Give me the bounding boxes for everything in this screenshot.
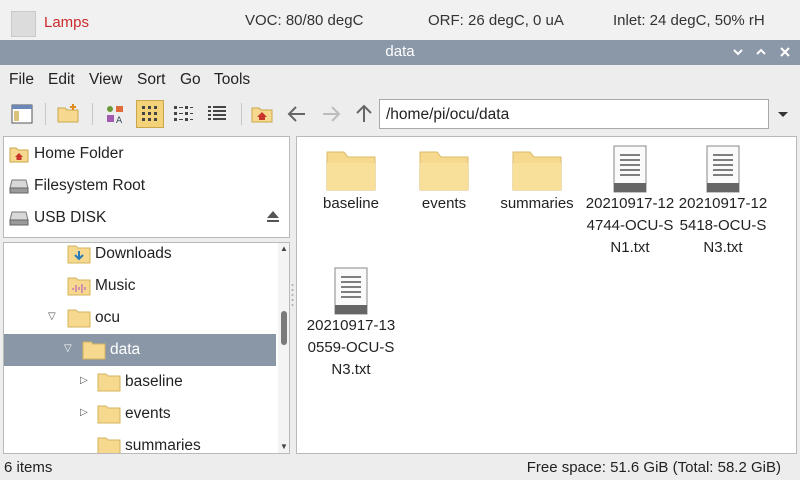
folder-icon xyxy=(82,340,106,364)
folder-icon xyxy=(97,436,121,453)
file-name: events xyxy=(421,195,467,212)
svg-text:A: A xyxy=(116,116,123,126)
file-name: summaries xyxy=(500,195,574,212)
folder-icon xyxy=(398,149,490,193)
window-title: data xyxy=(385,43,415,60)
status-bar: 6 items Free space: 51.6 GiB (Total: 58.… xyxy=(0,456,800,480)
compact-view-icon[interactable] xyxy=(171,102,195,126)
menu-view[interactable]: View xyxy=(89,71,122,89)
tree-label: ocu xyxy=(95,309,120,326)
file-item-txt[interactable]: 20210917-130559-OCU-SN3.txt xyxy=(305,267,397,381)
thumbnail-view-icon[interactable] xyxy=(136,100,164,128)
folder-icon xyxy=(97,372,121,396)
scrollbar-thumb[interactable] xyxy=(281,311,287,345)
text-file-icon xyxy=(305,267,397,315)
free-space: Free space: 51.6 GiB (Total: 58.2 GiB) xyxy=(526,459,781,476)
tree-scrollbar[interactable]: ▲ ▼ xyxy=(278,243,289,453)
home-folder-icon xyxy=(9,145,29,167)
toolbar-separator xyxy=(241,103,242,125)
menu-bar: File Edit View Sort Go Tools xyxy=(0,65,800,95)
item-count: 6 items xyxy=(4,459,53,476)
forward-arrow-icon[interactable] xyxy=(319,102,343,126)
directory-tree: Downloads Music ▽ ocu ▽ data ▷ baseline … xyxy=(3,242,290,454)
place-home-folder[interactable]: Home Folder xyxy=(4,137,289,169)
drive-icon xyxy=(9,178,29,198)
file-item-summaries[interactable]: summaries xyxy=(491,149,583,215)
close-icon[interactable] xyxy=(774,41,796,63)
tree-item-downloads[interactable]: Downloads xyxy=(4,243,276,270)
menu-file[interactable]: File xyxy=(9,71,34,89)
file-view: baseline events summaries 20210917-12474… xyxy=(296,136,797,454)
pane-splitter[interactable] xyxy=(291,282,294,312)
file-name: 20210917-130559-OCU-SN3.txt xyxy=(306,317,396,378)
toolbar-separator xyxy=(92,103,93,125)
toolbar-separator xyxy=(45,103,46,125)
maximize-icon[interactable] xyxy=(750,41,772,63)
place-label: Home Folder xyxy=(34,145,124,162)
up-arrow-icon[interactable] xyxy=(352,102,376,126)
tree-item-music[interactable]: Music xyxy=(4,270,276,302)
folder-icon xyxy=(67,308,91,332)
path-input[interactable]: /home/pi/ocu/data xyxy=(379,99,769,129)
file-item-events[interactable]: events xyxy=(398,149,490,215)
downloads-folder-icon xyxy=(67,244,91,268)
lamps-label: Lamps xyxy=(44,14,90,31)
voc-reading: VOC: 80/80 degC xyxy=(245,12,364,29)
place-label: Filesystem Root xyxy=(34,177,146,194)
tree-item-summaries[interactable]: summaries xyxy=(4,430,276,454)
folder-icon xyxy=(491,149,583,193)
minimize-icon[interactable] xyxy=(727,41,749,63)
tree-label: Music xyxy=(95,277,136,294)
menu-sort[interactable]: Sort xyxy=(137,71,165,89)
text-file-icon xyxy=(584,145,676,193)
sensor-status-bar: Lamps VOC: 80/80 degC ORF: 26 degC, 0 uA… xyxy=(0,0,800,40)
new-window-icon[interactable] xyxy=(10,102,34,126)
home-icon[interactable] xyxy=(250,102,274,126)
text-file-icon xyxy=(677,145,769,193)
orf-reading: ORF: 26 degC, 0 uA xyxy=(428,12,564,29)
expander-collapsed-icon[interactable]: ▷ xyxy=(80,375,88,386)
tree-item-events[interactable]: ▷ events xyxy=(4,398,276,430)
tree-label: baseline xyxy=(125,373,183,390)
detailed-list-icon[interactable] xyxy=(205,102,229,126)
place-filesystem-root[interactable]: Filesystem Root xyxy=(4,169,289,201)
folder-icon xyxy=(97,404,121,428)
back-arrow-icon[interactable] xyxy=(285,102,309,126)
tree-item-ocu[interactable]: ▽ ocu xyxy=(4,302,276,334)
tree-label: Downloads xyxy=(95,245,172,262)
file-item-txt[interactable]: 20210917-125418-OCU-SN3.txt xyxy=(677,145,769,259)
usb-drive-icon xyxy=(9,210,29,230)
menu-edit[interactable]: Edit xyxy=(48,71,75,89)
chevron-down-icon[interactable] xyxy=(776,107,790,121)
menu-go[interactable]: Go xyxy=(180,71,201,89)
tree-label: summaries xyxy=(125,437,201,454)
expander-expanded-icon[interactable]: ▽ xyxy=(48,311,56,322)
scroll-down-icon[interactable]: ▼ xyxy=(280,442,288,451)
file-name: 20210917-124744-OCU-SN1.txt xyxy=(585,195,675,256)
file-name: 20210917-125418-OCU-SN3.txt xyxy=(678,195,768,256)
place-usb-disk[interactable]: USB DISK xyxy=(4,201,289,233)
places-panel: Home Folder Filesystem Root USB DISK xyxy=(3,136,290,238)
tree-item-baseline[interactable]: ▷ baseline xyxy=(4,366,276,398)
folder-icon xyxy=(305,149,397,193)
file-item-txt[interactable]: 20210917-124744-OCU-SN1.txt xyxy=(584,145,676,259)
eject-icon[interactable] xyxy=(266,210,280,228)
tree-label: data xyxy=(110,341,141,358)
file-name: baseline xyxy=(323,195,379,212)
tree-label: events xyxy=(125,405,171,422)
expander-expanded-icon[interactable]: ▽ xyxy=(64,343,72,354)
music-folder-icon xyxy=(67,276,91,300)
new-folder-icon[interactable] xyxy=(56,102,80,126)
inlet-reading: Inlet: 24 degC, 50% rH xyxy=(613,12,765,29)
icon-view-icon[interactable]: A xyxy=(103,102,127,126)
lamps-indicator[interactable] xyxy=(11,11,36,37)
scroll-up-icon[interactable]: ▲ xyxy=(280,244,288,253)
window-titlebar[interactable]: data xyxy=(0,40,800,65)
expander-collapsed-icon[interactable]: ▷ xyxy=(80,407,88,418)
path-value: /home/pi/ocu/data xyxy=(386,106,510,123)
menu-tools[interactable]: Tools xyxy=(214,71,250,89)
tree-item-data[interactable]: ▽ data xyxy=(4,334,276,366)
place-label: USB DISK xyxy=(34,209,107,226)
file-item-baseline[interactable]: baseline xyxy=(305,149,397,215)
